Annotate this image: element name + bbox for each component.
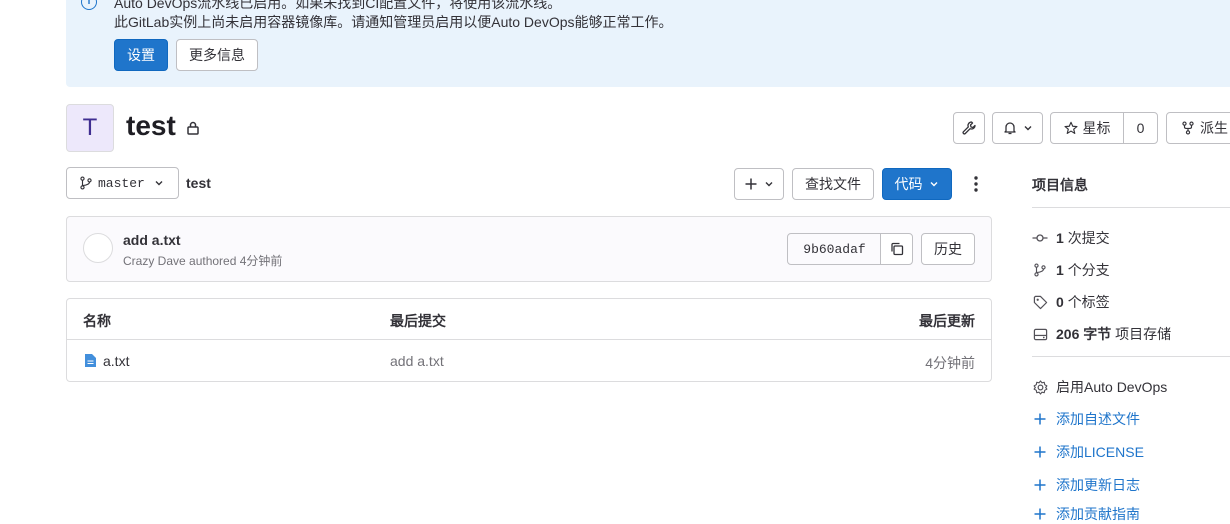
plus-icon [1034,413,1046,425]
plus-icon [745,178,756,190]
author-avatar[interactable] [83,233,113,263]
tags-label: 个标签 [1067,294,1110,310]
breadcrumb-path[interactable]: test [186,175,211,191]
file-name-link[interactable]: a.txt [103,353,129,369]
tag-icon [1033,295,1047,309]
find-file-button[interactable]: 查找文件 [792,168,874,200]
star-count[interactable]: 0 [1123,112,1158,144]
code-label: 代码 [894,176,923,192]
file-last-commit-link[interactable]: add a.txt [390,353,444,369]
plus-icon [1034,446,1046,458]
lock-icon [187,121,199,135]
sidebar-item-commits[interactable]: 1 次提交 [1032,228,1110,248]
branches-count: 1 [1056,262,1064,278]
commits-label: 次提交 [1067,230,1110,246]
storage-size: 206 字节 [1056,326,1112,342]
sidebar-divider [1032,207,1230,208]
commit-icon [1032,234,1048,242]
more-actions-button[interactable] [968,175,984,195]
copy-icon [890,242,903,256]
copy-sha-button[interactable] [880,233,913,265]
commit-sha[interactable]: 9b60adaf [787,233,882,265]
sidebar-item-tags[interactable]: 0 个标签 [1032,292,1110,312]
branch-icon [1034,263,1046,277]
settings-button[interactable]: 设置 [114,39,168,71]
add-contributing-label: 添加贡献指南 [1056,506,1140,522]
add-readme-label: 添加自述文件 [1056,411,1140,427]
add-changelog-label: 添加更新日志 [1056,477,1140,493]
code-dropdown[interactable]: 代码 [882,168,952,200]
project-title[interactable]: test [126,110,176,142]
enable-auto-devops-link[interactable]: 启用Auto DevOps [1032,377,1167,397]
alert-text-line2: 此GitLab实例上尚未启用容器镜像库。请通知管理员启用以便Auto DevOp… [114,14,673,30]
add-license-link[interactable]: 添加LICENSE [1032,442,1144,462]
tags-count: 0 [1056,294,1064,310]
chevron-down-icon [155,181,163,186]
branches-label: 个分支 [1067,262,1110,278]
file-updated-time: 4分钟前 [925,355,975,371]
fork-button[interactable]: 派生 [1166,112,1230,144]
sidebar-item-branches[interactable]: 1 个分支 [1032,260,1110,280]
storage-icon [1033,328,1047,340]
add-license-label: 添加LICENSE [1056,444,1144,460]
sidebar-divider [1032,356,1230,357]
star-label: 星标 [1082,120,1111,136]
enable-auto-devops-label: 启用Auto DevOps [1056,379,1168,395]
fork-icon [1182,121,1194,135]
sidebar-item-storage[interactable]: 206 字节 项目存储 [1032,324,1171,344]
commit-title[interactable]: add a.txt [123,232,181,248]
storage-label: 项目存储 [1115,326,1172,342]
bell-icon [1003,122,1016,135]
wrench-icon [962,121,976,135]
kebab-icon [974,176,978,192]
branch-selector[interactable]: master [66,167,179,199]
table-divider [67,339,991,340]
add-changelog-link[interactable]: 添加更新日志 [1032,475,1140,495]
add-contributing-link[interactable]: 添加贡献指南 [1032,504,1140,524]
plus-icon [1034,479,1046,491]
file-icon [85,354,96,367]
chevron-down-icon [1024,126,1031,131]
star-button[interactable]: 星标 [1050,112,1124,144]
gear-icon [1033,379,1047,395]
column-header-last-update: 最后更新 [919,313,975,329]
fork-label: 派生 [1200,120,1228,136]
settings-wrench-button[interactable] [953,112,985,144]
star-icon [1063,121,1078,134]
sidebar-heading: 项目信息 [1032,177,1088,193]
chevron-down-icon [765,182,772,187]
branch-icon [80,176,92,190]
branch-name: master [98,175,145,191]
more-info-button[interactable]: 更多信息 [176,39,258,71]
project-avatar: T [66,104,114,152]
chevron-down-icon [930,182,937,187]
notification-dropdown[interactable] [992,112,1043,144]
column-header-last-commit: 最后提交 [390,313,446,329]
plus-icon [1034,508,1046,520]
column-header-name: 名称 [83,313,111,329]
commits-count: 1 [1056,230,1064,246]
history-button[interactable]: 历史 [921,233,975,265]
add-dropdown[interactable] [734,168,784,200]
commit-author-line: Crazy Dave authored 4分钟前 [123,254,283,268]
add-readme-link[interactable]: 添加自述文件 [1032,409,1140,429]
